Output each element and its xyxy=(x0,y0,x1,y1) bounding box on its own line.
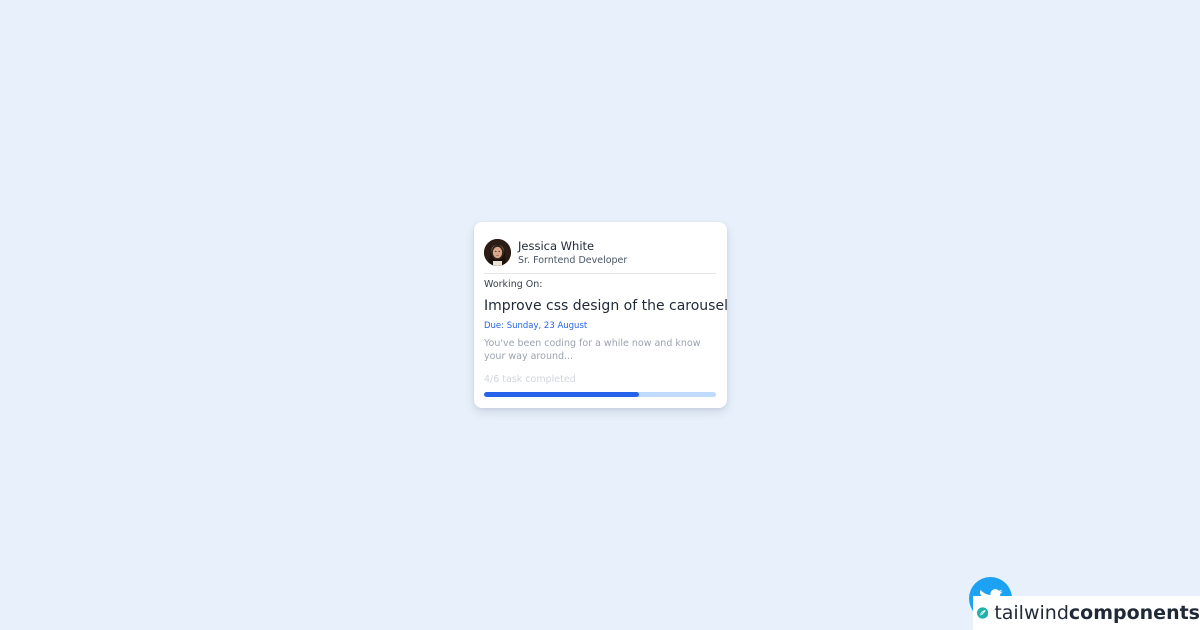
user-name: Jessica White xyxy=(518,239,595,253)
task-title: Improve css design of the carousel xyxy=(484,298,728,314)
task-card: Jessica White Sr. Forntend Developer Wor… xyxy=(474,222,728,408)
progress-label: 4/6 task completed xyxy=(484,374,576,385)
working-on-label: Working On: xyxy=(484,279,543,290)
progress-bar-fill xyxy=(484,392,639,397)
progress-bar xyxy=(484,392,716,397)
brand-bold: components xyxy=(1068,602,1200,624)
page-background: Jessica White Sr. Forntend Developer Wor… xyxy=(0,0,1200,630)
tailwind-leaf-icon xyxy=(977,607,989,619)
brand-wordmark: tailwindcomponents xyxy=(994,602,1200,624)
due-date: Due: Sunday, 23 August xyxy=(484,321,588,331)
user-role: Sr. Forntend Developer xyxy=(518,255,628,266)
card-header: Jessica White Sr. Forntend Developer xyxy=(484,239,716,274)
task-description: You've been coding for a while now and k… xyxy=(484,338,701,362)
brand-badge[interactable]: tailwindcomponents xyxy=(973,596,1200,630)
avatar xyxy=(484,239,511,266)
brand-light: tailwind xyxy=(994,602,1069,624)
